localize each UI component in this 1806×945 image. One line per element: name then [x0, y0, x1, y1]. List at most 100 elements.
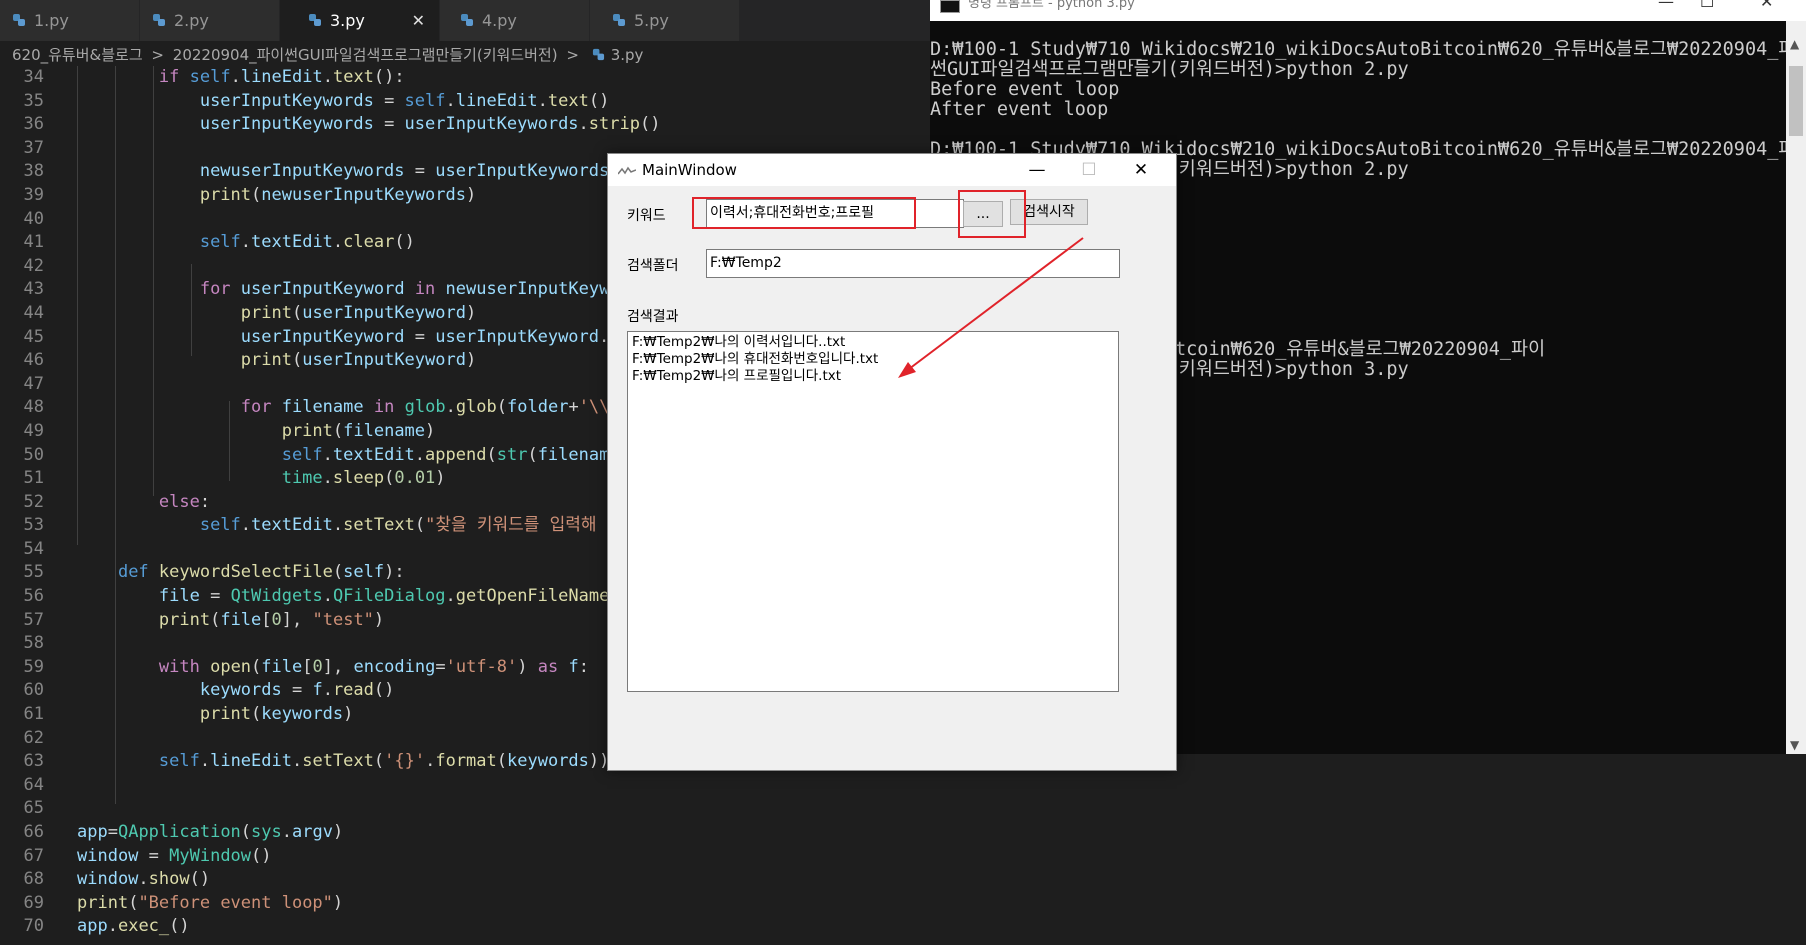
line-number: 52	[23, 491, 44, 512]
tab-label: 3.py	[330, 11, 365, 30]
code-line: 35 userInputKeywords = self.lineEdit.tex…	[0, 90, 930, 114]
line-number: 45	[23, 326, 44, 347]
code-line: 66 app=QApplication(sys.argv)	[0, 821, 930, 845]
console-scrollbar[interactable]: ▲ ▼	[1786, 21, 1806, 754]
tab-1-py[interactable]: 1.py	[0, 0, 140, 41]
console-line: D:₩100-1 Study₩710_Wikidocs₩210_wikiDocs…	[930, 39, 1806, 60]
qt-app-icon	[618, 166, 636, 175]
window-title: MainWindow	[642, 161, 737, 179]
search-results-label: 검색결과	[627, 309, 679, 325]
tab-label: 5.py	[634, 11, 669, 30]
main-window-title-bar[interactable]: MainWindow — ☐ ✕	[608, 154, 1176, 186]
python-file-icon	[13, 14, 25, 26]
line-number: 51	[23, 468, 44, 489]
main-window-dialog[interactable]: MainWindow — ☐ ✕ 키워드 이력서;휴대전화번호;프로필 ... …	[607, 153, 1177, 771]
code-line: 65	[0, 797, 930, 821]
line-number: 35	[23, 90, 44, 111]
minimize-icon[interactable]: —	[1658, 0, 1674, 10]
close-icon[interactable]: ✕	[1118, 154, 1164, 186]
result-row: F:₩Temp2₩나의 프로필입니다.txt	[632, 368, 842, 384]
line-number: 37	[23, 137, 44, 158]
scroll-up-icon[interactable]: ▲	[1790, 37, 1799, 51]
scroll-down-icon[interactable]: ▼	[1790, 738, 1799, 752]
breadcrumb-separator: >	[151, 46, 164, 64]
code-line: 70 app.exec_()	[0, 915, 930, 939]
line-number: 34	[23, 67, 44, 87]
code-line: 67 window = MyWindow()	[0, 845, 930, 869]
line-number: 67	[23, 845, 44, 866]
keyword-label: 키워드	[627, 208, 666, 224]
line-number: 44	[23, 302, 44, 323]
console-line: After event loop	[930, 99, 1109, 120]
breadcrumb: 620_유튜버&블로그 > 20220904_파이썬GUI파일검색프로그램만들기…	[0, 41, 930, 69]
line-number: 48	[23, 397, 44, 418]
search-start-button[interactable]: 검색시작	[1010, 199, 1088, 225]
line-number: 36	[23, 114, 44, 135]
breadcrumb-folder[interactable]: 20220904_파이썬GUI파일검색프로그램만들기(키워드버전)	[173, 46, 558, 64]
console-line: Before event loop	[930, 79, 1120, 100]
line-number: 66	[23, 822, 44, 842]
line-number: 50	[23, 444, 44, 465]
tab-4-py[interactable]: 4.py	[440, 0, 590, 41]
tab-3-py[interactable]: 3.py ✕	[280, 0, 440, 41]
code-line: 34 if self.lineEdit.text():	[0, 66, 930, 90]
console-line: 썬GUI파일검색프로그램만들기(키워드버전)>python 2.py	[930, 59, 1409, 80]
line-number: 43	[23, 279, 44, 300]
python-file-icon	[461, 14, 473, 26]
scrollbar-thumb[interactable]	[1789, 66, 1803, 136]
line-number: 57	[23, 609, 44, 630]
line-number: 49	[23, 420, 44, 441]
python-file-icon	[613, 14, 625, 26]
line-number: 60	[23, 680, 44, 701]
line-number: 47	[23, 373, 44, 394]
editor-tab-bar: 1.py 2.py 3.py ✕ 4.py 5.py	[0, 0, 930, 41]
line-number: 55	[23, 562, 44, 583]
line-number: 58	[23, 633, 44, 654]
line-number: 70	[23, 916, 44, 937]
tab-label: 1.py	[34, 11, 69, 30]
terminal-icon	[940, 0, 960, 13]
search-folder-input[interactable]: F:₩Temp2	[706, 249, 1120, 278]
maximize-icon[interactable]: ☐	[1066, 154, 1112, 186]
breadcrumb-separator: >	[566, 46, 579, 64]
line-number: 62	[23, 727, 44, 748]
tab-2-py[interactable]: 2.py	[140, 0, 280, 41]
breadcrumb-file[interactable]: 3.py	[611, 46, 644, 64]
line-number: 61	[23, 704, 44, 725]
close-tab-icon[interactable]: ✕	[412, 0, 425, 41]
line-number: 56	[23, 586, 44, 607]
line-number: 40	[23, 208, 44, 229]
close-icon[interactable]: ✕	[1760, 0, 1773, 10]
line-number: 53	[23, 515, 44, 536]
line-number: 63	[23, 751, 44, 772]
browse-button[interactable]: ...	[963, 201, 1003, 227]
console-title-bar[interactable]: 명령 프롬프트 - python 3.py — ☐ ✕	[930, 0, 1806, 21]
keyword-input[interactable]: 이력서;휴대전화번호;프로필	[706, 199, 964, 228]
code-line: 36 userInputKeywords = userInputKeywords…	[0, 113, 930, 137]
python-file-icon	[592, 48, 604, 61]
console-title: 명령 프롬프트 - python 3.py	[968, 0, 1135, 11]
line-number: 38	[23, 161, 44, 182]
result-row: F:₩Temp2₩나의 이력서입니다..txt	[632, 334, 846, 350]
line-number: 68	[23, 869, 44, 890]
line-number: 46	[23, 350, 44, 371]
line-number: 54	[23, 538, 44, 559]
code-line: 68 window.show()	[0, 868, 930, 892]
code-line: 69 print("Before event loop")	[0, 892, 930, 916]
minimize-icon[interactable]: —	[1014, 154, 1060, 186]
line-number: 42	[23, 255, 44, 276]
line-number: 69	[23, 892, 44, 913]
search-folder-label: 검색폴더	[627, 258, 679, 274]
maximize-icon[interactable]: ☐	[1700, 0, 1714, 10]
search-results-textedit[interactable]: F:₩Temp2₩나의 이력서입니다..txt F:₩Temp2₩나의 휴대전화…	[627, 331, 1119, 692]
breadcrumb-folder[interactable]: 620_유튜버&블로그	[12, 46, 143, 64]
code-line: 64	[0, 774, 930, 798]
tab-label: 2.py	[174, 11, 209, 30]
line-number: 41	[23, 232, 44, 253]
line-number: 64	[23, 774, 44, 795]
tab-5-py[interactable]: 5.py	[590, 0, 740, 41]
python-file-icon	[153, 14, 165, 26]
tab-label: 4.py	[482, 11, 517, 30]
line-number: 59	[23, 656, 44, 677]
line-number: 65	[23, 798, 44, 819]
